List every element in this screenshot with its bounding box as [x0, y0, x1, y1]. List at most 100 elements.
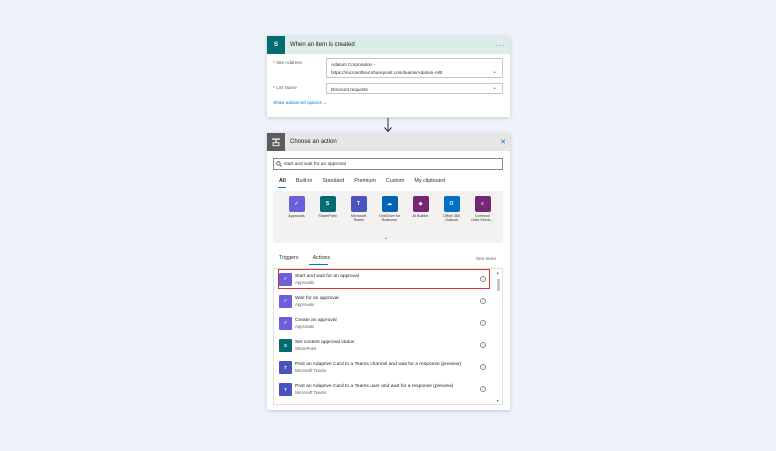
active-tab-indicator — [278, 187, 286, 189]
action-item-title: Set content approval status — [295, 339, 355, 345]
connector-tile[interactable]: ◈ AI Builder — [409, 196, 432, 223]
action-item-connector: Approvals — [295, 301, 315, 307]
tab-all[interactable]: All — [279, 178, 286, 184]
site-address-value-line1: Adatum Corporation - — [331, 62, 375, 67]
approvals-icon: ✓ — [279, 294, 292, 308]
teams-icon: T — [350, 196, 367, 212]
flow-arrow-icon — [384, 118, 392, 133]
close-icon[interactable]: ✕ — [500, 138, 506, 146]
chevron-down-icon[interactable]: ⌄ — [492, 68, 497, 75]
connector-label: OneDrive for Business — [379, 214, 400, 223]
sharepoint-icon: S — [267, 36, 285, 54]
see-more-link[interactable]: See more — [476, 256, 496, 261]
connector-tile[interactable]: O Office 365 Outlook — [440, 196, 463, 223]
info-icon[interactable]: i — [480, 386, 486, 392]
connector-label: SharePoint — [318, 214, 337, 218]
site-address-label: * Site Address — [273, 60, 302, 65]
info-icon[interactable]: i — [480, 298, 486, 304]
outlook-icon: O — [443, 196, 460, 212]
connector-tile[interactable]: S SharePoint — [316, 196, 339, 223]
scroll-thumb[interactable] — [497, 279, 500, 291]
scrollbar[interactable]: ▲ ▼ — [496, 271, 501, 403]
action-item-text: Start and wait for an approval Approvals — [295, 274, 480, 285]
action-item-connector: Microsoft Teams — [295, 367, 327, 373]
connector-label: Approvals — [288, 214, 305, 218]
approvals-icon: ✓ — [288, 196, 305, 212]
list-name-value: Discount requests — [331, 86, 368, 92]
action-item-title: Post an Adaptive Card to a Teams user an… — [295, 383, 454, 389]
chevron-down-icon[interactable]: ⌄ — [384, 235, 388, 241]
action-item[interactable]: ✓ Create an approval Approvals i — [279, 314, 489, 332]
site-address-field[interactable]: Adatum Corporation - https://microsofteu… — [326, 58, 503, 78]
tab-my-clipboard[interactable]: My clipboard — [414, 178, 445, 184]
action-item-text: Post an Adaptive Card to a Teams channel… — [295, 362, 480, 373]
show-advanced-options-link[interactable]: Show advanced options ⌄ — [273, 100, 327, 106]
action-item[interactable]: T Post an Adaptive Card to a Teams user a… — [279, 380, 489, 398]
connector-label: Microsoft Teams — [351, 214, 366, 223]
tab-premium[interactable]: Premium — [354, 178, 376, 184]
info-icon[interactable]: i — [480, 320, 486, 326]
teams-icon: T — [279, 360, 292, 374]
action-item[interactable]: S Set content approval status SharePoint i — [279, 336, 489, 354]
action-item[interactable]: T Post an Adaptive Card to a Teams channe… — [279, 358, 489, 376]
action-item-connector: SharePoint — [295, 345, 317, 351]
list-name-label: * List Name — [273, 85, 297, 90]
action-item-connector: Approvals — [295, 323, 315, 329]
result-tabs: Triggers Actions — [279, 255, 330, 261]
more-options-icon[interactable]: ··· — [496, 41, 506, 50]
connector-tile[interactable]: ☁ OneDrive for Business — [378, 196, 401, 223]
site-address-value-line2: https://microsofteur.sharepoint.com/team… — [331, 70, 443, 75]
approvals-icon: ✓ — [279, 316, 292, 330]
connector-label: AI Builder — [412, 214, 429, 218]
info-icon[interactable]: i — [480, 276, 486, 282]
approvals-icon: ✓ — [279, 272, 292, 286]
action-item[interactable]: ✓ Wait for an approval Approvals i — [279, 292, 489, 310]
trigger-header[interactable]: S When an item is created ··· — [267, 36, 510, 54]
action-item-title: Start and wait for an approval — [295, 273, 359, 279]
onedrive-icon: ☁ — [381, 196, 398, 212]
connector-list: ✓ Approvals S SharePoint T Microsoft Teams ☁ On… — [285, 196, 494, 223]
connector-tabs: All Built-in Standard Premium Custom My … — [279, 178, 445, 184]
action-item-connector: Approvals — [295, 279, 315, 285]
sharepoint-icon: S — [319, 196, 336, 212]
action-item[interactable]: ✓ Start and wait for an approval Approvals… — [278, 269, 490, 289]
trigger-card: S When an item is created ··· * Site Add… — [267, 36, 510, 117]
action-item-title: Wait for an approval — [295, 295, 339, 301]
teams-icon: T — [279, 382, 292, 396]
action-list: ▲ ▼ ✓ Start and wait for an approval Appro… — [273, 268, 503, 405]
scroll-down-icon[interactable]: ▼ — [496, 399, 499, 403]
search-input[interactable]: start and wait for an approval — [273, 158, 503, 170]
tab-built-in[interactable]: Built-in — [296, 178, 312, 184]
action-item-text: Create an approval Approvals — [295, 318, 480, 329]
trigger-title: When an item is created — [290, 42, 355, 48]
chevron-down-icon: ⌄ — [323, 100, 327, 105]
action-icon — [267, 133, 285, 151]
info-icon[interactable]: i — [480, 364, 486, 370]
database-icon: ≡ — [474, 196, 491, 212]
search-icon — [274, 161, 284, 167]
ai-builder-icon: ◈ — [412, 196, 429, 212]
action-item-text: Set content approval status SharePoint — [295, 340, 480, 351]
connector-label: Office 365 Outlook — [443, 214, 460, 223]
connector-tile[interactable]: ≡ Common Data Servic... — [471, 196, 494, 223]
choose-action-card: Choose an action ✕ start and wait for an… — [267, 133, 510, 410]
active-subtab-indicator — [309, 264, 328, 266]
action-header: Choose an action ✕ — [267, 133, 510, 151]
tab-custom[interactable]: Custom — [386, 178, 405, 184]
info-icon[interactable]: i — [480, 342, 486, 348]
tab-triggers[interactable]: Triggers — [279, 255, 299, 261]
connector-panel: ✓ Approvals S SharePoint T Microsoft Teams ☁ On… — [273, 191, 503, 243]
tab-standard[interactable]: Standard — [322, 178, 344, 184]
scroll-up-icon[interactable]: ▲ — [496, 271, 499, 275]
action-item-text: Wait for an approval Approvals — [295, 296, 480, 307]
chevron-down-icon[interactable]: ⌄ — [492, 84, 497, 91]
action-item-title: Create an approval — [295, 317, 337, 323]
sharepoint-icon: S — [279, 338, 292, 352]
tab-actions[interactable]: Actions — [313, 255, 331, 261]
action-item-text: Post an Adaptive Card to a Teams user an… — [295, 384, 480, 395]
connector-tile[interactable]: ✓ Approvals — [285, 196, 308, 223]
list-name-field[interactable]: Discount requests ⌄ — [326, 83, 503, 94]
search-value: start and wait for an approval — [284, 161, 346, 167]
action-title: Choose an action — [290, 139, 337, 145]
connector-tile[interactable]: T Microsoft Teams — [347, 196, 370, 223]
